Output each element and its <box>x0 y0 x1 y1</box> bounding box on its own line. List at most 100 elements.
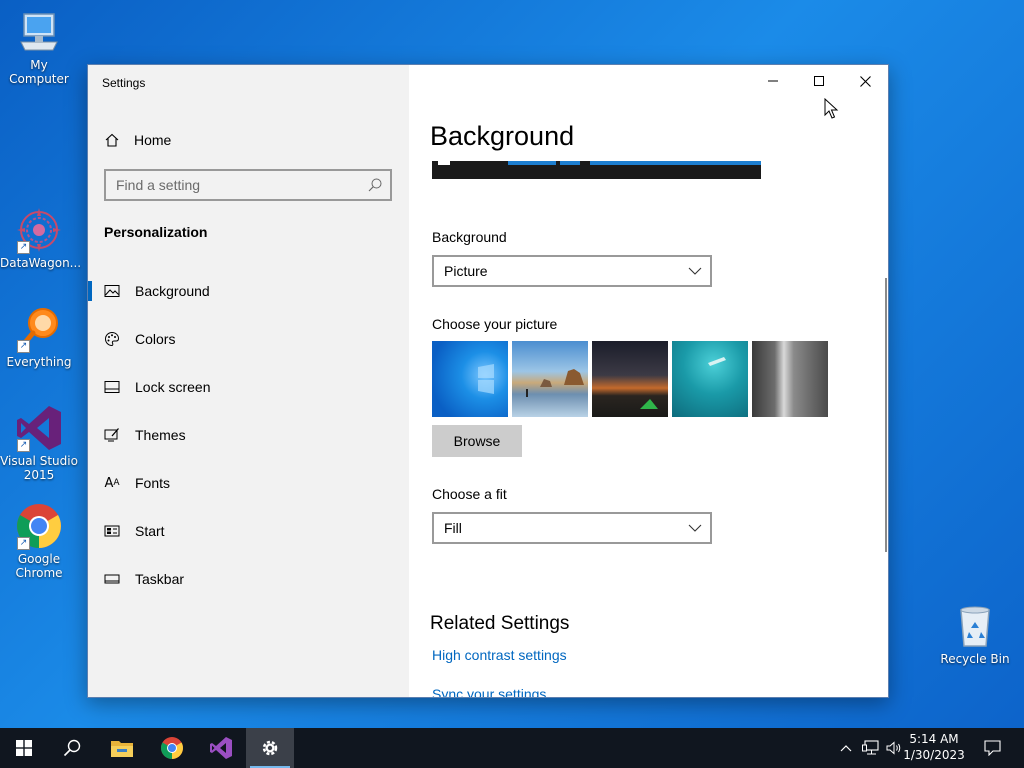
recycle-bin-icon <box>951 602 999 650</box>
chrome-icon: ↗ <box>15 502 63 550</box>
search-icon <box>368 178 382 192</box>
start-button[interactable] <box>0 728 48 768</box>
desktop-icon-everything[interactable]: ↗ Everything <box>0 305 78 369</box>
taskbar-file-explorer[interactable] <box>98 728 146 768</box>
settings-nav-pane: Settings Home Find a setting Personaliza… <box>88 65 409 697</box>
related-settings-heading: Related Settings <box>430 613 570 634</box>
volume-button[interactable] <box>884 728 904 768</box>
desktop-icon-google-chrome[interactable]: ↗ Google Chrome <box>0 502 78 580</box>
picture-icon <box>104 283 120 299</box>
maximize-icon <box>814 76 824 86</box>
visual-studio-icon <box>210 737 232 759</box>
datawagon-icon: ↗ <box>15 206 63 254</box>
nav-item-label: Start <box>135 523 165 539</box>
taskbar-chrome[interactable] <box>148 728 196 768</box>
lock-screen-icon <box>104 379 120 395</box>
volume-icon <box>886 741 901 755</box>
nav-item-colors[interactable]: Colors <box>88 319 409 359</box>
desktop-icon-label: My Computer <box>9 58 69 86</box>
nav-item-label: Background <box>135 283 210 299</box>
thumbnail-waterfall-cliff[interactable] <box>752 341 828 417</box>
taskbar-visual-studio[interactable] <box>197 728 245 768</box>
nav-item-label: Themes <box>135 427 186 443</box>
chevron-down-icon <box>688 267 702 275</box>
search-icon <box>63 739 81 757</box>
desktop-icon-label: Google Chrome <box>15 552 63 580</box>
minimize-icon <box>768 80 778 82</box>
settings-content-pane: Background Background Picture Choose you… <box>409 65 888 697</box>
window-title: Settings <box>102 76 146 90</box>
nav-home-link[interactable]: Home <box>104 129 171 151</box>
action-center-button[interactable] <box>978 728 1006 768</box>
desktop-icon-label: Recycle Bin <box>940 652 1010 666</box>
shortcut-arrow-icon: ↗ <box>17 537 30 550</box>
windows-logo-icon <box>16 740 32 756</box>
desktop-icon-datawagon[interactable]: ↗ DataWagon... <box>0 206 82 270</box>
close-icon <box>859 75 871 87</box>
show-hidden-icons-button[interactable] <box>836 728 856 768</box>
chevron-up-icon <box>840 745 852 752</box>
nav-item-label: Lock screen <box>135 379 211 395</box>
desktop-icon-visual-studio[interactable]: ↗ Visual Studio 2015 <box>0 404 78 482</box>
thumbnail-underwater-swimmer[interactable] <box>672 341 748 417</box>
notification-icon <box>983 740 1001 756</box>
system-clock[interactable]: 5:14 AM 1/30/2023 <box>902 731 966 763</box>
file-explorer-icon <box>111 741 133 757</box>
content-scrollbar[interactable] <box>885 278 887 552</box>
chevron-down-icon <box>688 524 702 532</box>
network-button[interactable] <box>860 728 882 768</box>
mouse-cursor-icon <box>824 98 839 119</box>
nav-item-background[interactable]: Background <box>88 271 409 311</box>
desktop-icon-recycle-bin[interactable]: Recycle Bin <box>936 602 1014 666</box>
background-label: Background <box>432 229 507 245</box>
high-contrast-link[interactable]: High contrast settings <box>432 647 567 663</box>
taskbar-icon <box>104 571 120 587</box>
browse-button[interactable]: Browse <box>432 425 522 457</box>
nav-item-label: Taskbar <box>135 571 185 587</box>
fonts-icon: AA <box>104 475 120 491</box>
settings-icon <box>262 740 278 756</box>
nav-item-themes[interactable]: Themes <box>88 415 409 455</box>
dropdown-value: Fill <box>444 520 462 536</box>
clock-time: 5:14 AM <box>909 732 959 746</box>
nav-item-taskbar[interactable]: Taskbar <box>88 559 409 599</box>
choose-fit-label: Choose a fit <box>432 486 507 502</box>
fit-dropdown[interactable]: Fill <box>432 512 712 544</box>
thumbnail-windows-blue[interactable] <box>432 341 508 417</box>
minimize-button[interactable] <box>750 65 796 97</box>
shortcut-arrow-icon: ↗ <box>17 340 30 353</box>
thumbnail-night-sky-tent[interactable] <box>592 341 668 417</box>
home-icon <box>105 133 119 147</box>
themes-icon <box>104 427 120 443</box>
close-button[interactable] <box>842 65 888 97</box>
nav-item-lock-screen[interactable]: Lock screen <box>88 367 409 407</box>
visual-studio-icon: ↗ <box>15 404 63 452</box>
desktop-icon-label: Everything <box>6 355 72 369</box>
taskbar-settings[interactable] <box>246 728 294 768</box>
nav-home-label: Home <box>134 132 172 148</box>
picture-thumbnails <box>432 341 828 417</box>
desktop-icon-label: DataWagon... <box>0 256 82 270</box>
nav-item-start[interactable]: Start <box>88 511 409 551</box>
maximize-button[interactable] <box>796 65 842 97</box>
clock-date: 1/30/2023 <box>903 748 965 762</box>
palette-icon <box>104 331 120 347</box>
background-type-dropdown[interactable]: Picture <box>432 255 712 287</box>
shortcut-arrow-icon: ↗ <box>17 439 30 452</box>
nav-item-label: Fonts <box>135 475 171 491</box>
search-placeholder: Find a setting <box>116 177 201 193</box>
thumbnail-beach-rocks[interactable] <box>512 341 588 417</box>
desktop-icon-label: Visual Studio 2015 <box>0 454 78 482</box>
start-icon <box>104 523 120 539</box>
nav-item-fonts[interactable]: AA Fonts <box>88 463 409 503</box>
choose-picture-label: Choose your picture <box>432 316 558 332</box>
sync-settings-link[interactable]: Sync your settings <box>432 686 546 697</box>
background-preview <box>432 161 761 179</box>
search-input[interactable]: Find a setting <box>104 169 392 201</box>
computer-icon <box>15 8 63 56</box>
dropdown-value: Picture <box>444 263 488 279</box>
chrome-icon <box>161 737 183 759</box>
desktop-icon-my-computer[interactable]: My Computer <box>0 8 78 86</box>
taskbar-search-button[interactable] <box>48 728 96 768</box>
page-title: Background <box>430 121 575 151</box>
